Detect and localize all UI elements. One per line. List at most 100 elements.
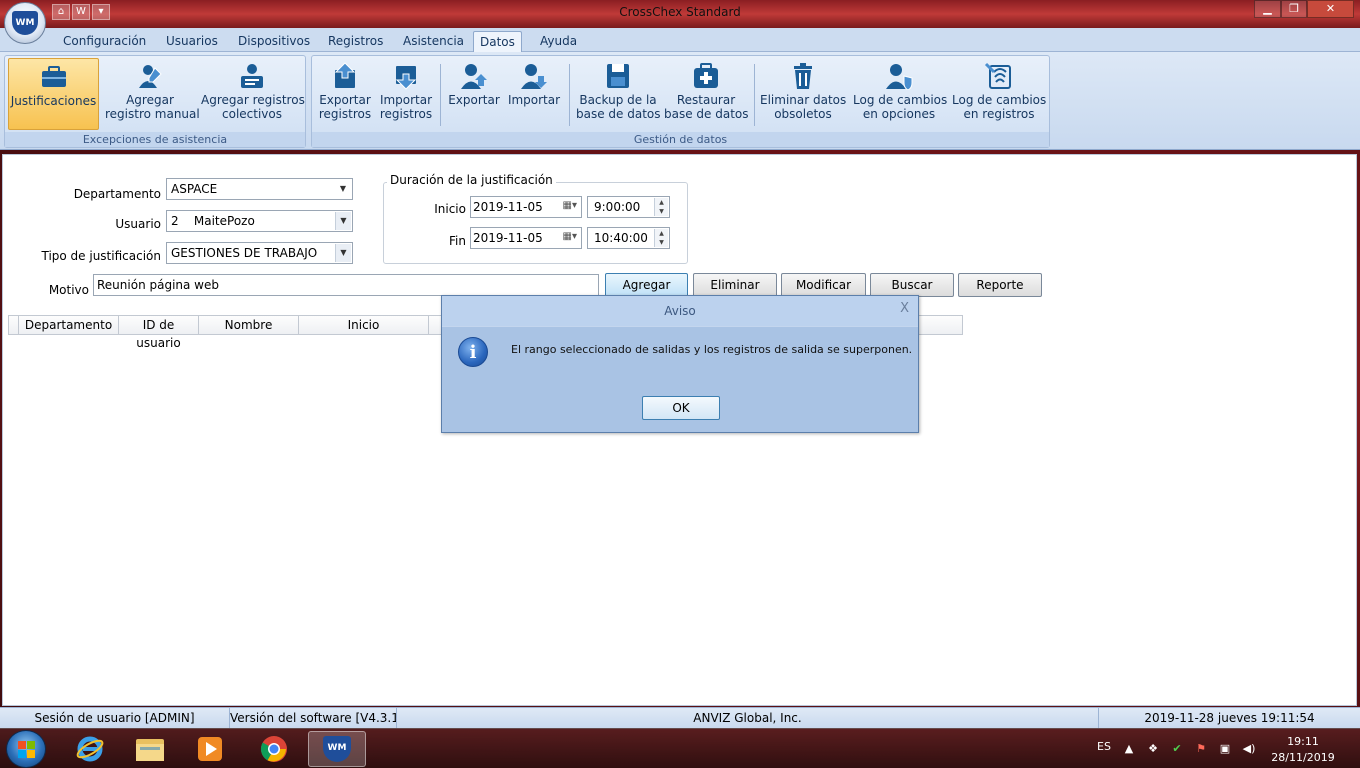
play-glyph	[198, 737, 222, 761]
crosschex-icon[interactable]: WM	[308, 731, 366, 767]
ok-button[interactable]: OK	[642, 396, 720, 420]
restaurar-label-2: base de datos	[664, 107, 749, 121]
spinner-arrows-icon[interactable]: ▲ ▼	[654, 198, 668, 216]
departamento-combo[interactable]: ASPACE ▼	[166, 178, 353, 200]
sync-check-icon[interactable]: ✔	[1170, 742, 1184, 756]
reporte-button[interactable]: Reporte	[958, 273, 1042, 297]
column-nombre[interactable]: Nombre	[199, 316, 299, 334]
tab-asistencia[interactable]: Asistencia	[397, 31, 470, 52]
dialog-message: El rango seleccionado de salidas y los r…	[511, 343, 913, 356]
exportar-button[interactable]: Exportar	[446, 58, 502, 130]
log-cambios-opciones-button[interactable]: Log de cambios en opciones	[853, 58, 947, 130]
agregar-registro-manual-label-2: registro manual	[105, 107, 200, 121]
minimize-button[interactable]: ▁	[1254, 0, 1281, 18]
log-cambios-registros-label-1: Log de cambios	[952, 93, 1047, 107]
importar-registros-label-2: registros	[379, 107, 433, 121]
fin-time-value: 10:40:00	[594, 231, 648, 245]
usuario-combo[interactable]: 2 MaitePozo ▼	[166, 210, 353, 232]
restaurar-button[interactable]: Restaurar base de datos	[664, 58, 749, 130]
show-hidden-icons-icon[interactable]: ▲	[1122, 742, 1136, 756]
column-departamento[interactable]: Departamento	[19, 316, 119, 334]
ribbon-group-excepciones: Justificaciones Agregar registro manual …	[4, 55, 306, 148]
buscar-button[interactable]: Buscar	[870, 273, 954, 297]
modificar-button[interactable]: Modificar	[781, 273, 866, 297]
import-records-icon	[395, 66, 417, 90]
flag-alert-icon[interactable]: ⚑	[1194, 742, 1208, 756]
spinner-arrows-icon[interactable]: ▲ ▼	[654, 229, 668, 247]
language-indicator[interactable]: ES	[1094, 740, 1114, 754]
inicio-date-picker[interactable]: 2019-11-05 ▦▾	[470, 196, 582, 218]
tab-registros[interactable]: Registros	[322, 31, 389, 52]
window-title: CrossChex Standard	[619, 5, 741, 19]
backup-button[interactable]: Backup de la base de datos	[576, 58, 661, 130]
network-icon[interactable]: ▣	[1218, 742, 1232, 756]
tab-usuarios[interactable]: Usuarios	[160, 31, 224, 52]
column-inicio[interactable]: Inicio	[299, 316, 429, 334]
dialog-title: Aviso	[442, 296, 918, 327]
agregar-registros-colectivos-button[interactable]: Agregar registros colectivos	[201, 58, 305, 130]
chrome-icon[interactable]	[248, 731, 300, 767]
departamento-value: ASPACE	[171, 182, 218, 196]
dialog-close-button[interactable]: X	[900, 301, 909, 316]
tipo-justificacion-label: Tipo de justificación	[41, 249, 161, 263]
close-button[interactable]: ✕	[1307, 0, 1354, 18]
chevron-down-icon[interactable]: ▼	[335, 180, 351, 198]
agregar-registro-manual-button[interactable]: Agregar registro manual	[105, 58, 200, 130]
duracion-groupbox	[383, 182, 688, 264]
title-bar: ⌂ W ▾ CrossChex Standard ▁ ❐ ✕	[0, 0, 1360, 28]
ribbon-separator	[569, 64, 570, 126]
restaurar-label-1: Restaurar	[676, 93, 736, 107]
clock-date: 28/11/2019	[1271, 751, 1335, 764]
ribbon-group-label-gestion: Gestión de datos	[312, 132, 1049, 147]
maximize-button[interactable]: ❐	[1281, 0, 1307, 18]
import-user-icon	[521, 64, 547, 89]
dropbox-icon[interactable]: ❖	[1146, 742, 1160, 756]
menu-bar: Configuración Usuarios Dispositivos Regi…	[0, 28, 1360, 52]
calendar-icon[interactable]: ▦▾	[563, 231, 577, 242]
ribbon-group-label-excepciones: Excepciones de asistencia	[5, 132, 305, 147]
exportar-registros-button[interactable]: Exportar registros	[316, 58, 374, 130]
crosschex-glyph: WM	[323, 736, 351, 762]
internet-explorer-icon[interactable]	[64, 731, 116, 767]
app-logo[interactable]: WM	[4, 2, 46, 44]
agregar-registros-colectivos-label-1: Agregar registros	[201, 93, 305, 107]
taskbar-clock[interactable]: 19:11 28/11/2019	[1268, 734, 1338, 766]
ribbon: Justificaciones Agregar registro manual …	[0, 52, 1360, 150]
column-id-usuario[interactable]: ID de usuario	[119, 316, 199, 350]
inicio-time-spinner[interactable]: 9:00:00 ▲ ▼	[587, 196, 670, 218]
eliminar-button[interactable]: Eliminar	[693, 273, 777, 297]
justificaciones-button[interactable]: Justificaciones	[8, 58, 99, 130]
file-explorer-icon[interactable]	[124, 731, 176, 767]
tab-dispositivos[interactable]: Dispositivos	[232, 31, 316, 52]
tipo-justificacion-combo[interactable]: GESTIONES DE TRABAJO ▼	[166, 242, 353, 264]
eliminar-datos-label-2: obsoletos	[774, 107, 832, 121]
log-cambios-opciones-label-2: en opciones	[862, 107, 936, 121]
tab-configuracion[interactable]: Configuración	[57, 31, 152, 52]
motivo-input[interactable]: Reunión página web	[93, 274, 599, 296]
exportar-label: Exportar	[448, 93, 500, 107]
importar-registros-button[interactable]: Importar registros	[377, 58, 435, 130]
trash-icon	[794, 63, 812, 89]
log-cambios-registros-button[interactable]: Log de cambios en registros	[952, 58, 1046, 130]
chevron-down-icon[interactable]: ▼	[335, 244, 351, 262]
departamento-label: Departamento	[73, 187, 161, 201]
tab-ayuda[interactable]: Ayuda	[534, 31, 583, 52]
tipo-justificacion-value: GESTIONES DE TRABAJO	[171, 246, 318, 260]
tab-datos[interactable]: Datos	[473, 31, 522, 52]
chevron-down-icon[interactable]: ▼	[335, 212, 351, 230]
volume-icon[interactable]: ◀)	[1242, 742, 1256, 756]
agregar-button[interactable]: Agregar	[605, 273, 688, 297]
start-button[interactable]	[6, 730, 46, 768]
inicio-date-value: 2019-11-05	[473, 200, 543, 214]
fin-date-picker[interactable]: 2019-11-05 ▦▾	[470, 227, 582, 249]
fin-time-spinner[interactable]: 10:40:00 ▲ ▼	[587, 227, 670, 249]
status-version: Versión del software [V4.3.1.0]	[230, 708, 397, 728]
log-cambios-registros-label-2: en registros	[963, 107, 1035, 121]
duracion-title: Duración de la justificación	[387, 173, 556, 187]
status-datetime: 2019-11-28 jueves 19:11:54	[1144, 711, 1315, 725]
calendar-icon[interactable]: ▦▾	[563, 200, 577, 211]
media-player-icon[interactable]	[184, 731, 236, 767]
eliminar-datos-button[interactable]: Eliminar datos obsoletos	[760, 58, 846, 130]
usuario-value: 2 MaitePozo	[171, 214, 255, 228]
importar-button[interactable]: Importar	[506, 58, 562, 130]
